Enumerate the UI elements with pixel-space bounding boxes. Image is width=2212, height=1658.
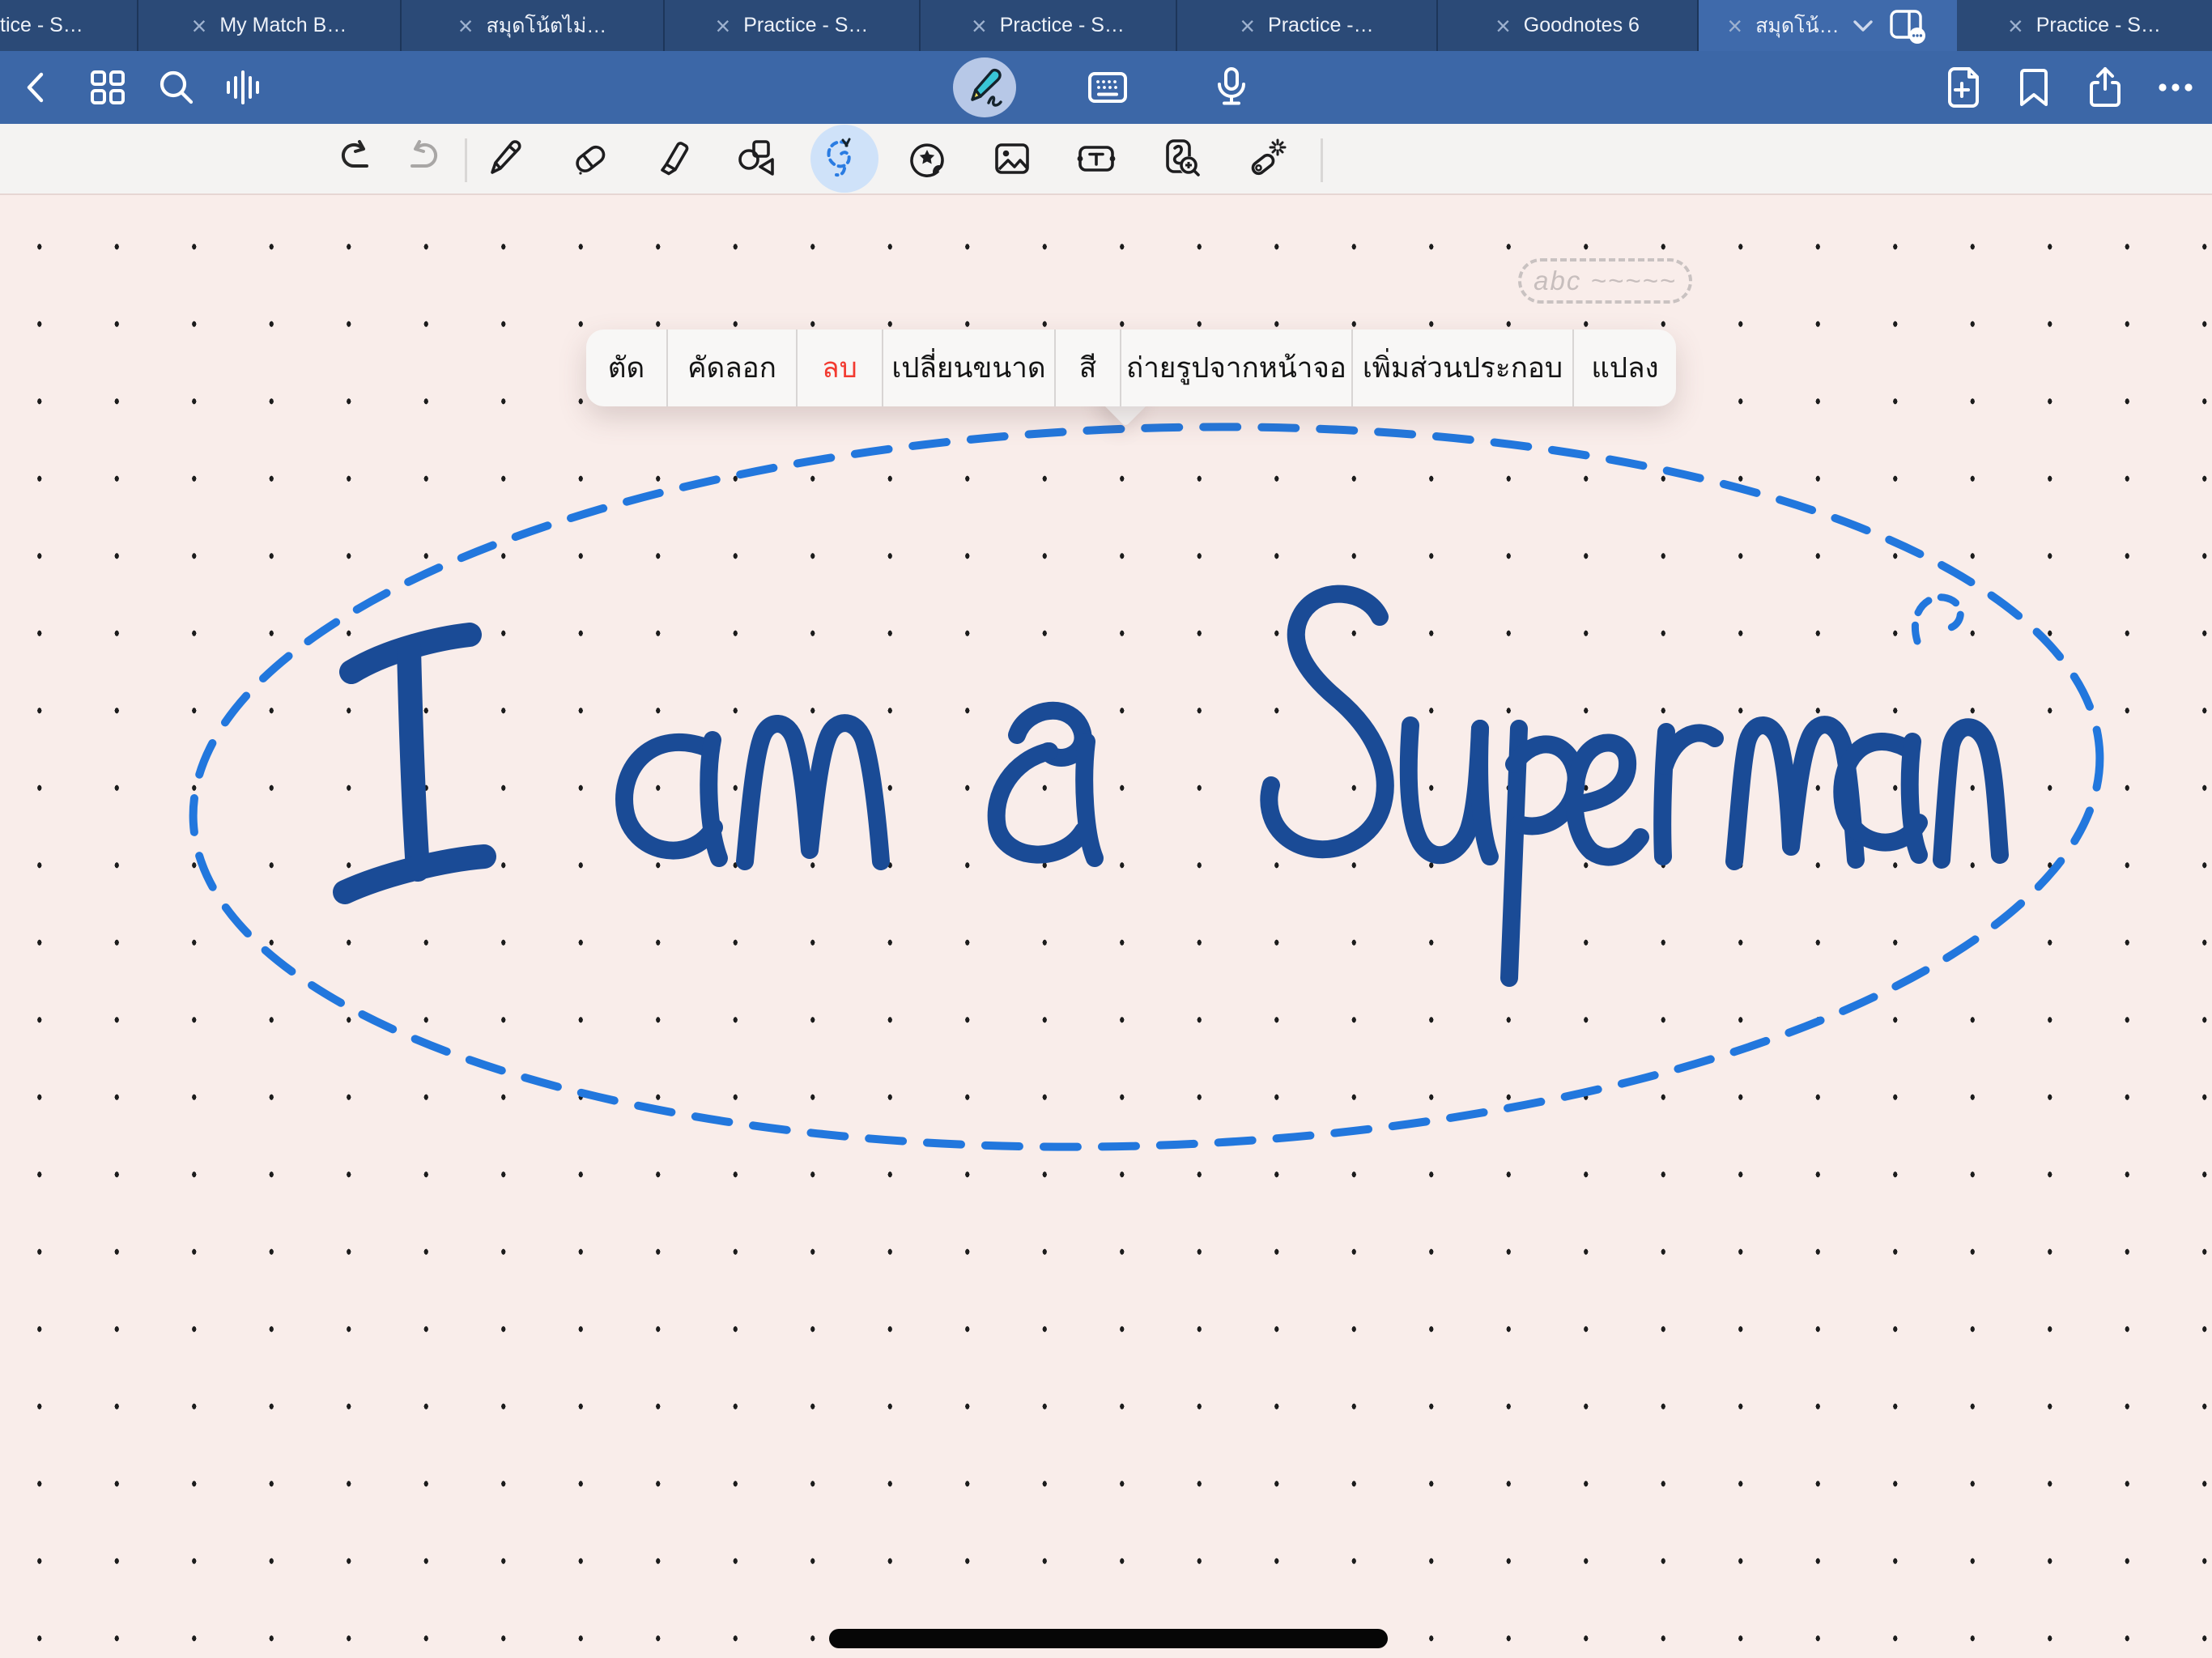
- grid-icon: [87, 67, 128, 108]
- menu-item-resize[interactable]: เปลี่ยนขนาด: [882, 329, 1054, 406]
- laser-pointer-tool-icon: [1242, 135, 1289, 182]
- back-button[interactable]: [17, 67, 57, 108]
- tab-practice-4[interactable]: × Practice - S…: [1957, 0, 2212, 51]
- pen-tool-button[interactable]: [483, 135, 530, 182]
- context-menu: ตัด คัดลอก ลบ เปลี่ยนขนาด สี ถ่ายรูปจากห…: [586, 329, 1676, 406]
- elements-tool-icon: [1158, 135, 1205, 182]
- menu-item-copy[interactable]: คัดลอก: [666, 329, 796, 406]
- add-page-icon: [1942, 66, 1984, 109]
- menu-item-delete[interactable]: ลบ: [796, 329, 882, 406]
- pen-mode-icon: [961, 64, 1008, 111]
- laser-pointer-tool-button[interactable]: [1242, 135, 1289, 182]
- bookmark-button[interactable]: [2014, 66, 2054, 109]
- elements-tool-button[interactable]: [1158, 135, 1205, 182]
- handwriting-hint-text: abc ~~~~~: [1534, 266, 1677, 296]
- keyboard-icon: [1085, 66, 1130, 108]
- back-chevron-icon: [17, 67, 57, 108]
- tab-practice-1[interactable]: × Practice - S…: [665, 0, 921, 51]
- close-icon[interactable]: ×: [1727, 13, 1742, 39]
- image-tool-icon: [989, 135, 1036, 182]
- tab-label: สมุดโน้…: [1755, 10, 1840, 42]
- eraser-tool-button[interactable]: [567, 135, 614, 182]
- shapes-tool-button[interactable]: [734, 135, 781, 182]
- note-page-canvas[interactable]: [0, 195, 2212, 1658]
- chevron-down-icon[interactable]: [1853, 19, 1874, 33]
- tab-label: tice - S…: [0, 14, 83, 37]
- handwriting-hint-capsule: abc ~~~~~: [1518, 258, 1692, 304]
- menu-item-add-element[interactable]: เพิ่มส่วนประกอบ: [1351, 329, 1572, 406]
- more-button[interactable]: [2155, 66, 2197, 108]
- tab-label: My Match B…: [219, 14, 347, 37]
- redo-icon: [402, 135, 449, 182]
- eraser-tool-icon: [567, 135, 614, 182]
- tab-label: Goodnotes 6: [1524, 14, 1640, 37]
- close-icon[interactable]: ×: [2008, 13, 2023, 39]
- microphone-button[interactable]: [1210, 65, 1253, 110]
- share-button[interactable]: [2084, 65, 2126, 110]
- tab-my-match[interactable]: × My Match B…: [138, 0, 402, 51]
- highlighter-tool-button[interactable]: [650, 135, 697, 182]
- undo-button[interactable]: [330, 135, 377, 182]
- search-button[interactable]: [155, 66, 198, 108]
- sticker-tool-icon: [905, 135, 952, 182]
- microphone-icon: [1210, 65, 1253, 110]
- tab-bar: tice - S… × My Match B… × สมุดโน้ตไม่… ×…: [0, 0, 2212, 51]
- close-icon[interactable]: ×: [1495, 13, 1511, 39]
- image-tool-button[interactable]: [989, 135, 1036, 182]
- toolbar-divider: [465, 138, 467, 182]
- tab-label: สมุดโน้ตไม่…: [486, 10, 606, 42]
- tab-label: Practice -…: [1268, 14, 1374, 37]
- split-view-icon[interactable]: [1887, 6, 1929, 45]
- close-icon[interactable]: ×: [972, 13, 987, 39]
- bookmark-icon: [2014, 66, 2054, 109]
- add-page-button[interactable]: [1942, 66, 1984, 109]
- close-icon[interactable]: ×: [192, 13, 207, 39]
- tab-thai-notebook[interactable]: × สมุดโน้ตไม่…: [402, 0, 665, 51]
- highlighter-tool-icon: [650, 135, 697, 182]
- tab-goodnotes-home[interactable]: × Goodnotes 6: [1438, 0, 1699, 51]
- redo-button[interactable]: [402, 135, 449, 182]
- text-tool-icon: [1073, 135, 1120, 182]
- page-thumbnails-button[interactable]: [87, 67, 128, 108]
- menu-item-screenshot[interactable]: ถ่ายรูปจากหน้าจอ: [1120, 329, 1351, 406]
- toolbar-divider: [1321, 138, 1323, 182]
- tab-practice-0[interactable]: tice - S…: [0, 0, 138, 51]
- sticker-tool-button[interactable]: [905, 135, 952, 182]
- tab-label: Practice - S…: [1000, 14, 1125, 37]
- search-icon: [155, 66, 198, 108]
- close-icon[interactable]: ×: [716, 13, 731, 39]
- shapes-tool-icon: [734, 135, 781, 182]
- home-indicator[interactable]: [829, 1629, 1388, 1648]
- menu-item-convert[interactable]: แปลง: [1572, 329, 1676, 406]
- goodnotes-window: ตัด คัดลอก ลบ เปลี่ยนขนาด สี ถ่ายรูปจากห…: [0, 0, 2212, 1658]
- audio-recording-button[interactable]: [222, 66, 264, 108]
- tab-label: Practice - S…: [2036, 14, 2161, 37]
- tab-active-thai-notebook[interactable]: × สมุดโน้…: [1699, 0, 1957, 51]
- share-icon: [2084, 65, 2126, 110]
- tab-practice-3[interactable]: × Practice -…: [1177, 0, 1438, 51]
- close-icon[interactable]: ×: [458, 13, 474, 39]
- keyboard-mode-button[interactable]: [1085, 66, 1130, 108]
- tab-practice-2[interactable]: × Practice - S…: [921, 0, 1177, 51]
- pen-tool-icon: [483, 135, 530, 182]
- nav-toolbar: [0, 51, 2212, 124]
- menu-item-cut[interactable]: ตัด: [586, 329, 666, 406]
- text-tool-button[interactable]: [1073, 135, 1120, 182]
- undo-icon: [330, 135, 377, 182]
- menu-item-color[interactable]: สี: [1054, 329, 1120, 406]
- lasso-tool-selected-highlight: [810, 125, 878, 193]
- more-ellipsis-icon: [2155, 66, 2197, 108]
- audio-waveform-icon: [222, 66, 264, 108]
- pen-mode-toggle[interactable]: [953, 57, 1016, 117]
- lasso-tool-icon[interactable]: [820, 134, 869, 183]
- tab-label: Practice - S…: [743, 14, 868, 37]
- tool-toolbar: abc ~~~~~: [0, 124, 2212, 195]
- close-icon[interactable]: ×: [1240, 13, 1255, 39]
